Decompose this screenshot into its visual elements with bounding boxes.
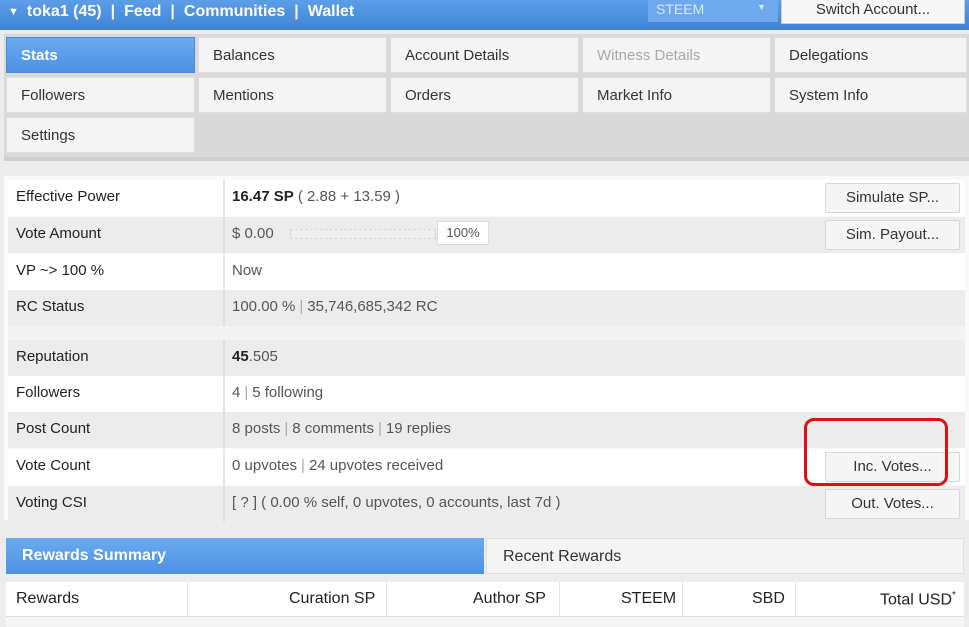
vp-value: Now	[232, 262, 263, 279]
nav-separator: |	[294, 3, 299, 20]
rewards-table-header: Rewards Curation SP Author SP STEEM SBD …	[6, 582, 964, 627]
voting-csi-value: [ ? ] ( 0.00 % self, 0 upvotes, 0 accoun…	[232, 494, 561, 511]
followers-count: 4	[232, 384, 241, 401]
vote-count-value: 0 upvotes | 24 upvotes received	[232, 457, 443, 474]
pipe-separator: |	[284, 420, 289, 437]
column-divider	[223, 340, 225, 376]
col-header-rewards: Rewards	[16, 590, 80, 607]
row-label: Reputation	[16, 348, 89, 365]
rc-percent: 100.00 %	[232, 298, 296, 315]
pipe-separator: |	[301, 457, 305, 474]
column-divider	[223, 217, 225, 253]
tab-mentions[interactable]: Mentions	[198, 77, 387, 113]
col-header-total-usd: Total USD*	[880, 590, 956, 609]
top-nav-bar: ▼ toka1 (45) | Feed | Communities | Wall…	[0, 0, 969, 30]
vote-weight-slider[interactable]	[290, 229, 436, 239]
chain-select[interactable]: STEEM ▼	[648, 0, 778, 22]
row-label: VP ~> 100 %	[16, 262, 105, 279]
nav-separator: |	[110, 3, 116, 20]
rewards-table-body	[6, 616, 964, 627]
col-header-steem: STEEM	[621, 590, 677, 607]
vote-amount-value: $ 0.00	[232, 225, 274, 242]
column-divider	[223, 412, 225, 448]
total-usd-label: Total USD	[880, 591, 953, 609]
section-spacer	[8, 326, 965, 340]
row-label: Vote Count	[16, 457, 91, 474]
col-header-curation-sp: Curation SP	[289, 590, 376, 607]
effective-power-row: Effective Power 16.47 SP ( 2.88 + 13.59 …	[8, 180, 965, 216]
chevron-down-icon: ▼	[757, 2, 766, 12]
voting-csi-row: Voting CSI [ ? ] ( 0.00 % self, 0 upvote…	[8, 486, 965, 522]
row-label: Effective Power	[16, 188, 120, 205]
row-label: Voting CSI	[16, 494, 87, 511]
feed-link[interactable]: Feed	[124, 3, 161, 21]
followers-value: 4 | 5 following	[232, 384, 323, 401]
rewards-panel: Rewards Summary Recent Rewards Rewards C…	[0, 528, 969, 627]
row-label: Followers	[16, 384, 81, 401]
reputation-integer: 45	[232, 348, 249, 365]
row-label: Post Count	[16, 420, 91, 437]
tab-market-info[interactable]: Market Info	[582, 77, 771, 113]
column-divider	[223, 376, 225, 412]
effective-power-sp: 16.47 SP	[232, 188, 294, 205]
tab-recent-rewards[interactable]: Recent Rewards	[486, 538, 964, 574]
tab-rewards-summary[interactable]: Rewards Summary	[6, 538, 484, 574]
dropdown-triangle-icon[interactable]: ▼	[8, 6, 19, 18]
reputation-row: Reputation 45.505	[8, 340, 965, 376]
tab-stats[interactable]: Stats	[6, 37, 195, 73]
column-divider	[223, 290, 225, 326]
column-divider	[223, 486, 225, 522]
out-votes-button[interactable]: Out. Votes...	[825, 489, 960, 519]
sim-payout-button[interactable]: Sim. Payout...	[825, 220, 960, 250]
tab-system-info[interactable]: System Info	[774, 77, 967, 113]
column-divider	[223, 449, 225, 485]
tab-grid: Stats Balances Account Details Witness D…	[4, 34, 969, 161]
effective-power-breakdown: ( 2.88 + 13.59 )	[293, 188, 401, 205]
switch-account-button[interactable]: Switch Account...	[781, 0, 965, 24]
pipe-separator: |	[244, 384, 249, 401]
tab-account-details[interactable]: Account Details	[390, 37, 579, 73]
vp-row: VP ~> 100 % Now	[8, 254, 965, 290]
tab-followers[interactable]: Followers	[6, 77, 195, 113]
pipe-separator: |	[377, 420, 382, 437]
comments-count: 8 comments	[292, 420, 374, 437]
vote-amount-row: Vote Amount $ 0.00 100% Sim. Payout...	[8, 217, 965, 253]
wallet-link[interactable]: Wallet	[308, 3, 355, 21]
tab-balances[interactable]: Balances	[198, 37, 387, 73]
highlight-annotation	[804, 418, 948, 486]
tab-delegations[interactable]: Delegations	[774, 37, 967, 73]
chain-select-value: STEEM	[656, 1, 705, 17]
effective-power-value: 16.47 SP ( 2.88 + 13.59 )	[232, 188, 400, 205]
posts-count: 8 posts	[232, 420, 281, 437]
tab-settings[interactable]: Settings	[6, 117, 195, 153]
upvotes-count: 0 upvotes	[232, 457, 298, 474]
row-label: RC Status	[16, 298, 85, 315]
rc-amount: 35,746,685,342 RC	[307, 298, 438, 315]
account-link[interactable]: toka1 (45)	[27, 3, 102, 21]
rc-status-row: RC Status 100.00 % | 35,746,685,342 RC	[8, 290, 965, 326]
slider-fill	[291, 230, 435, 238]
following-count: 5 following	[252, 384, 324, 401]
column-divider	[223, 254, 225, 290]
vote-weight-percent[interactable]: 100%	[437, 221, 489, 245]
col-header-author-sp: Author SP	[473, 590, 546, 607]
followers-row: Followers 4 | 5 following	[8, 376, 965, 412]
pipe-separator: |	[299, 298, 304, 315]
tab-witness-details: Witness Details	[582, 37, 771, 73]
nav-separator: |	[170, 3, 175, 20]
upvotes-received-count: 24 upvotes received	[308, 457, 444, 474]
tab-orders[interactable]: Orders	[390, 77, 579, 113]
top-nav: ▼ toka1 (45) | Feed | Communities | Wall…	[8, 3, 354, 21]
column-divider	[223, 180, 225, 216]
rc-status-value: 100.00 % | 35,746,685,342 RC	[232, 298, 437, 315]
replies-count: 19 replies	[385, 420, 451, 437]
communities-link[interactable]: Communities	[184, 3, 285, 21]
footnote-asterisk: *	[952, 590, 956, 601]
reputation-value: 45.505	[232, 348, 278, 365]
col-header-sbd: SBD	[752, 590, 785, 607]
reputation-decimal: .505	[248, 348, 278, 365]
post-count-value: 8 posts | 8 comments | 19 replies	[232, 420, 451, 437]
row-label: Vote Amount	[16, 225, 102, 242]
simulate-sp-button[interactable]: Simulate SP...	[825, 183, 960, 213]
